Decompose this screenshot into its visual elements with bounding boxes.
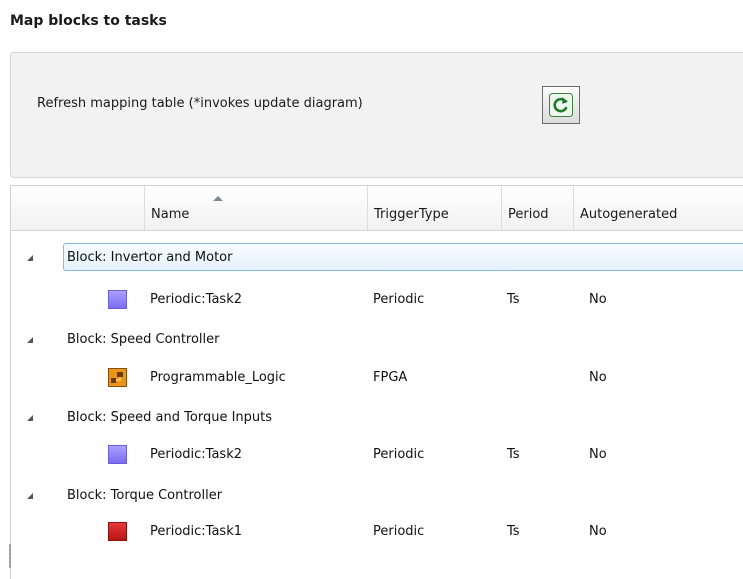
purple-task-icon [108,290,127,309]
expanded-triangle-icon[interactable] [27,255,33,261]
group-label: Block: Invertor and Motor [67,250,233,265]
task-trigger-type: FPGA [373,370,408,385]
task-name: Periodic:Task2 [150,447,243,462]
refresh-icon [549,93,573,117]
column-header-triggertype[interactable]: TriggerType [368,186,502,230]
task-autogenerated: No [589,292,607,307]
red-task-icon [108,522,127,541]
resize-grip[interactable] [9,544,11,568]
task-period: Ts [507,524,520,539]
expanded-triangle-icon[interactable] [27,493,33,499]
column-header-expander [11,186,145,230]
group-label: Block: Speed Controller [67,332,220,347]
task-trigger-type: Periodic [373,524,425,539]
group-row-speed-controller[interactable]: Block: Speed Controller [11,324,743,356]
column-header-name[interactable]: Name [145,186,368,230]
table-header: Name TriggerType Period Autogenerated [11,186,743,231]
group-row-torque-controller[interactable]: Block: Torque Controller [11,480,743,512]
section-title: Map blocks to tasks [10,13,167,29]
column-header-label: Autogenerated [580,207,678,222]
group-row-speed-and-torque-inputs[interactable]: Block: Speed and Torque Inputs [11,402,743,434]
task-autogenerated: No [589,524,607,539]
purple-task-icon [108,445,127,464]
task-period: Ts [507,447,520,462]
task-trigger-type: Periodic [373,447,425,462]
column-header-autogenerated[interactable]: Autogenerated [574,186,743,230]
table-row[interactable]: Periodic:Task1 Periodic Ts No [11,516,743,548]
table-row[interactable]: Programmable_Logic FPGA No [11,362,743,394]
fpga-logic-icon [108,368,127,387]
expanded-triangle-icon[interactable] [27,337,33,343]
task-name: Programmable_Logic [150,370,286,385]
column-header-period[interactable]: Period [502,186,574,230]
refresh-panel: Refresh mapping table (*invokes update d… [10,52,743,178]
column-header-label: TriggerType [374,207,449,222]
task-autogenerated: No [589,370,607,385]
column-header-label: Period [508,207,549,222]
task-name: Periodic:Task2 [150,292,243,307]
group-row-invertor-and-motor[interactable]: Block: Invertor and Motor [11,242,743,274]
group-label: Block: Torque Controller [67,488,223,503]
column-header-label: Name [151,207,190,222]
expanded-triangle-icon[interactable] [27,415,33,421]
sort-ascending-icon [213,196,223,201]
task-trigger-type: Periodic [373,292,425,307]
refresh-label: Refresh mapping table (*invokes update d… [37,96,363,111]
task-autogenerated: No [589,447,607,462]
group-label: Block: Speed and Torque Inputs [67,410,273,425]
refresh-button[interactable] [542,86,580,124]
mapping-table: Name TriggerType Period Autogenerated Bl… [10,185,743,579]
table-row[interactable]: Periodic:Task2 Periodic Ts No [11,284,743,316]
table-row[interactable]: Periodic:Task2 Periodic Ts No [11,439,743,471]
task-period: Ts [507,292,520,307]
task-name: Periodic:Task1 [150,524,243,539]
